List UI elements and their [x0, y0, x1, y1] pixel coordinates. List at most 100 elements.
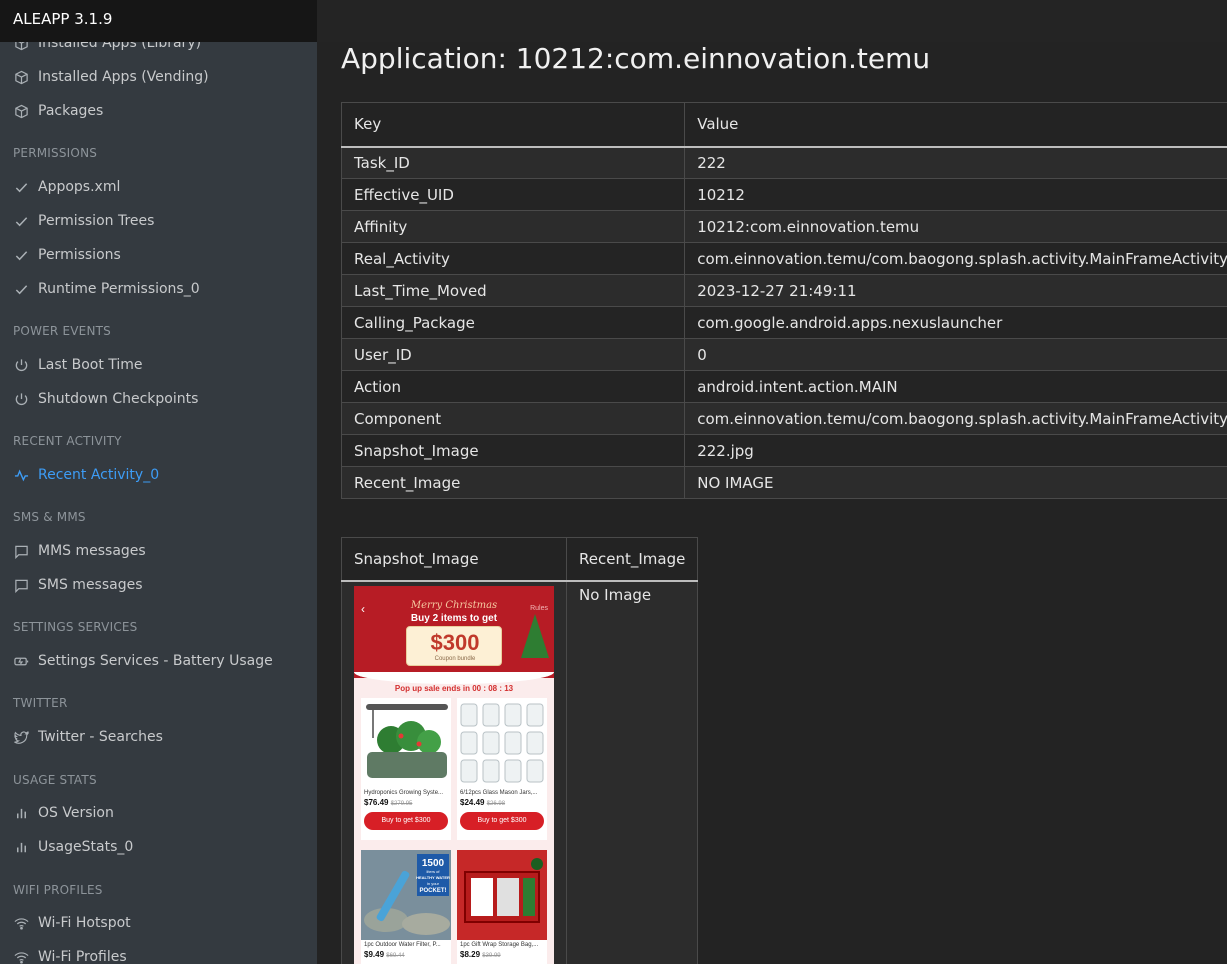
sidebar: Installed Apps (Library) Installed Apps (…	[0, 0, 317, 964]
check-icon	[13, 179, 29, 195]
coupon-amount: $300	[430, 629, 480, 655]
page-title: Application: 10212:com.einnovation.temu	[341, 42, 931, 75]
sidebar-item-label: Wi-Fi Hotspot	[38, 915, 131, 931]
cell-key: Affinity	[340, 210, 686, 243]
message-icon	[13, 543, 29, 559]
sidebar-item-permission-trees[interactable]: Permission Trees	[0, 204, 317, 238]
sidebar-item-sms-messages[interactable]: SMS messages	[0, 568, 317, 602]
buy-button: Buy to get $300	[364, 811, 448, 830]
app-title[interactable]: ALEAPP 3.1.9	[0, 0, 317, 42]
package-icon	[13, 103, 29, 119]
bar-chart-icon	[13, 839, 29, 855]
sidebar-section-settings-services: SETTINGS SERVICES	[13, 620, 138, 634]
sidebar-item-installed-apps-vending[interactable]: Installed Apps (Vending)	[0, 60, 317, 94]
sidebar-item-label: Packages	[38, 103, 104, 119]
images-table: Snapshot_Image Recent_Image ‹ Merry Chri…	[341, 537, 699, 964]
sidebar-item-mms-messages[interactable]: MMS messages	[0, 534, 317, 568]
sidebar-section-wifi-profiles: WIFI PROFILES	[13, 883, 103, 897]
sidebar-section-sms-mms: SMS & MMS	[13, 510, 86, 524]
column-header-value[interactable]: Value	[684, 102, 1227, 148]
cell-value: NO IMAGE	[684, 466, 1227, 499]
table-header-row: Key Value	[340, 102, 1227, 148]
sidebar-item-last-boot-time[interactable]: Last Boot Time	[0, 348, 317, 382]
cell-value: 10212	[684, 178, 1227, 211]
cell-value: 222	[684, 146, 1227, 179]
product-name: 1pc Gift Wrap Storage Bag,...	[460, 941, 539, 948]
banner-title: Merry Christmas	[410, 599, 498, 611]
cell-key: User_ID	[340, 338, 686, 371]
table-row: Component com.einnovation.temu/com.baogon…	[340, 402, 1227, 435]
sidebar-item-recent-activity-0[interactable]: Recent Activity_0	[0, 458, 317, 492]
product-name: Hydroponics Growing Syste...	[364, 789, 444, 796]
mason-jars-product-image	[457, 697, 547, 788]
sidebar-item-wi-fi-hotspot[interactable]: Wi-Fi Hotspot	[0, 906, 317, 940]
cell-value: 222.jpg	[684, 434, 1227, 467]
package-icon	[13, 69, 29, 85]
hydroponics-product-image	[361, 697, 451, 788]
sidebar-section-twitter: TWITTER	[13, 696, 68, 710]
table-row: Task_ID 222	[340, 146, 1227, 179]
sidebar-section-usage-stats: USAGE STATS	[13, 773, 97, 787]
buy-button: Buy to get $300	[460, 811, 544, 830]
water-filter-product-image: 1500 liters of HEALTHY WATER in your POC…	[361, 849, 451, 940]
coupon-label: Coupon bundle	[434, 655, 476, 662]
cell-key: Last_Time_Moved	[340, 274, 686, 307]
cell-key: Real_Activity	[340, 242, 686, 275]
product-card: Hydroponics Growing Syste... $76.49 $279…	[361, 697, 451, 840]
message-icon	[13, 577, 29, 593]
gift-wrap-bag-product-image	[457, 849, 547, 940]
sidebar-item-permissions[interactable]: Permissions	[0, 238, 317, 272]
activity-table: Key Value Task_ID 222 Effective_UID 10212 Af…	[340, 102, 1227, 499]
table-row: Real_Activity com.einnovation.temu/com.ba…	[340, 242, 1227, 275]
check-icon	[13, 247, 29, 263]
cell-value: 2023-12-27 21:49:11	[684, 274, 1227, 307]
column-header-key[interactable]: Key	[340, 102, 686, 148]
sidebar-item-wi-fi-profiles[interactable]: Wi-Fi Profiles	[0, 940, 317, 964]
product-price: $24.49 $26.98	[460, 797, 506, 807]
sidebar-item-packages[interactable]: Packages	[0, 94, 317, 128]
badge-line: in your	[427, 881, 440, 886]
bar-chart-icon	[13, 805, 29, 821]
badge-number: 1500	[422, 858, 445, 869]
sidebar-item-label: OS Version	[38, 805, 114, 821]
sidebar-item-twitter-searches[interactable]: Twitter - Searches	[0, 720, 317, 754]
sidebar-item-settings-services-battery-usage[interactable]: Settings Services - Battery Usage	[0, 644, 317, 678]
table-row: Last_Time_Moved 2023-12-27 21:49:11	[340, 274, 1227, 307]
badge-line: HEALTHY WATER	[416, 875, 450, 880]
column-header-snapshot-image[interactable]: Snapshot_Image	[341, 537, 567, 582]
battery-icon	[13, 653, 29, 669]
check-icon	[13, 213, 29, 229]
recent-image-cell: No Image	[565, 580, 699, 964]
table-row: Calling_Package com.google.android.apps.n…	[340, 306, 1227, 339]
power-icon	[13, 357, 29, 373]
sidebar-item-runtime-permissions-0[interactable]: Runtime Permissions_0	[0, 272, 317, 306]
cell-value: android.intent.action.MAIN	[684, 370, 1227, 403]
twitter-icon	[13, 729, 29, 745]
main-content: Application: 10212:com.einnovation.temu …	[317, 42, 1227, 964]
sidebar-item-appops-xml[interactable]: Appops.xml	[0, 170, 317, 204]
cell-value: 10212:com.einnovation.temu	[684, 210, 1227, 243]
product-card: 1500 liters of HEALTHY WATER in your POC…	[361, 849, 451, 964]
sidebar-item-shutdown-checkpoints[interactable]: Shutdown Checkpoints	[0, 382, 317, 416]
cell-value: com.einnovation.temu/com.baogong.splash.…	[684, 402, 1227, 435]
column-header-recent-image[interactable]: Recent_Image	[565, 537, 699, 582]
wifi-icon	[13, 949, 29, 964]
sidebar-item-label: Runtime Permissions_0	[38, 281, 200, 297]
sidebar-item-label: Permissions	[38, 247, 121, 263]
cell-value: com.einnovation.temu/com.baogong.splash.…	[684, 242, 1227, 275]
snapshot-image[interactable]: ‹ Merry Christmas Rules Buy 2 items to g…	[354, 585, 554, 964]
sidebar-item-label: MMS messages	[38, 543, 146, 559]
sidebar-item-usagestats-0[interactable]: UsageStats_0	[0, 830, 317, 864]
product-card: 1pc Gift Wrap Storage Bag,... $8.29 $39.…	[457, 849, 547, 964]
sidebar-item-os-version[interactable]: OS Version	[0, 796, 317, 830]
cell-key: Component	[340, 402, 686, 435]
sidebar-item-label: Settings Services - Battery Usage	[38, 653, 273, 669]
table-row: User_ID 0	[340, 338, 1227, 371]
sidebar-item-label: Installed Apps (Vending)	[38, 69, 209, 85]
sale-timer: Pop up sale ends in 00 : 08 : 13	[394, 683, 514, 693]
product-price: $9.49 $69.44	[364, 949, 405, 959]
table-header-row: Snapshot_Image Recent_Image	[341, 537, 699, 582]
snapshot-cell: ‹ Merry Christmas Rules Buy 2 items to g…	[341, 580, 567, 964]
check-icon	[13, 281, 29, 297]
power-icon	[13, 391, 29, 407]
